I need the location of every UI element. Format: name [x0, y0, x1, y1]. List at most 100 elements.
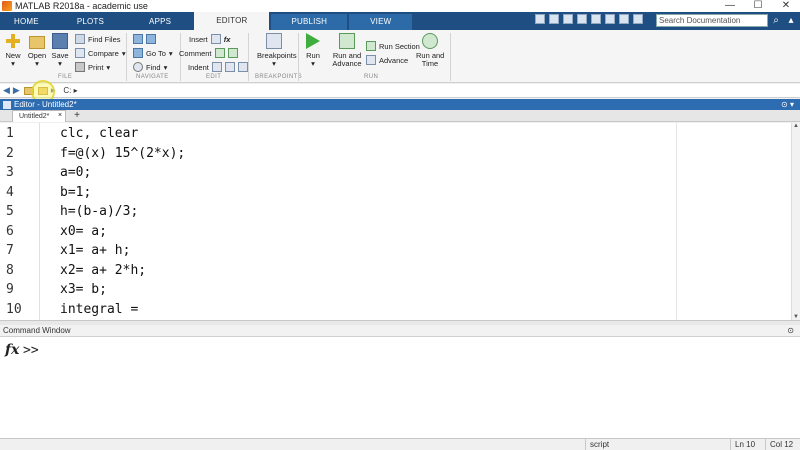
- arrow-left-icon: [133, 34, 143, 44]
- new-plus-icon: [5, 33, 21, 49]
- run-and-advance-button[interactable]: Run and Advance: [330, 33, 364, 68]
- line-number: 8: [6, 262, 14, 278]
- code-line[interactable]: x1= a+ h;: [60, 243, 130, 258]
- section-run-label: RUN: [364, 74, 379, 80]
- run-section-icon: [366, 41, 376, 51]
- code-line[interactable]: x0= a;: [60, 224, 107, 239]
- compare-button[interactable]: Compare ▾: [75, 48, 126, 58]
- new-tab-button[interactable]: +: [70, 110, 84, 122]
- find-files-button[interactable]: Find Files: [75, 34, 121, 44]
- advance-button[interactable]: Advance: [366, 55, 408, 65]
- current-folder-path[interactable]: C: ▸: [63, 86, 77, 95]
- quick-access-toolbar: [535, 14, 643, 24]
- maximize-button[interactable]: ☐: [744, 0, 772, 12]
- print-dropdown-icon: ▾: [106, 62, 111, 72]
- command-window-title: Command Window: [3, 326, 71, 335]
- code-line[interactable]: clc, clear: [60, 126, 138, 141]
- command-window[interactable]: fx >>: [0, 337, 800, 438]
- tab-home[interactable]: HOME: [0, 14, 53, 30]
- quick-copy-icon[interactable]: [563, 14, 573, 24]
- tab-view[interactable]: VIEW: [349, 14, 413, 30]
- find-dropdown-icon: ▾: [163, 62, 168, 72]
- ribbon-divider: [126, 33, 127, 81]
- quick-save-icon[interactable]: [535, 14, 545, 24]
- run-and-advance-label: Run and Advance: [332, 51, 362, 68]
- tab-publish[interactable]: PUBLISH: [271, 14, 348, 30]
- code-line[interactable]: a=0;: [60, 165, 91, 180]
- breakpoints-button[interactable]: Breakpoints ▾: [257, 33, 297, 68]
- quick-cut-icon[interactable]: [549, 14, 559, 24]
- collapse-ribbon-icon[interactable]: ▴: [785, 14, 797, 27]
- breakpoints-icon: [266, 33, 282, 49]
- go-back-forward-buttons[interactable]: [133, 34, 156, 44]
- run-section-button[interactable]: Run Section: [366, 41, 420, 51]
- run-button[interactable]: Run ▾: [305, 33, 321, 68]
- code-line[interactable]: x3= b;: [60, 282, 107, 297]
- code-editor[interactable]: 1 clc, clear 2 f=@(x) 15^(2*x); 3 a=0; 4 b=1; 5 h…: [0, 123, 800, 320]
- window-controls: — ☐ ✕: [716, 0, 800, 12]
- right-margin-line: [676, 123, 677, 320]
- quick-redo-icon[interactable]: [605, 14, 615, 24]
- indent-button[interactable]: Indent: [188, 62, 248, 72]
- new-button[interactable]: New ▾: [4, 33, 22, 68]
- code-line[interactable]: f=@(x) 15^(2*x);: [60, 146, 185, 161]
- comment-button[interactable]: Comment: [179, 48, 238, 58]
- forward-arrow-icon[interactable]: ▶: [13, 85, 20, 96]
- fx-function-browser-icon[interactable]: fx: [5, 342, 19, 358]
- code-line[interactable]: h=(b-a)/3;: [60, 204, 138, 219]
- quick-paste-icon[interactable]: [577, 14, 587, 24]
- insert-button[interactable]: Insert fx: [189, 34, 230, 44]
- close-button[interactable]: ✕: [772, 0, 800, 12]
- find-files-label: Find Files: [88, 34, 121, 44]
- editor-icon: [3, 100, 11, 109]
- run-and-time-button[interactable]: Run and Time: [416, 33, 444, 68]
- tab-apps[interactable]: APPS: [128, 14, 192, 30]
- comment-icon: [214, 48, 225, 58]
- status-column-number: Col 12: [765, 439, 800, 450]
- command-window-actions-icon[interactable]: ⊙: [787, 325, 794, 337]
- ribbon-divider: [298, 33, 299, 81]
- indent-icon: [211, 62, 222, 72]
- tab-editor[interactable]: EDITOR: [194, 12, 270, 30]
- save-button[interactable]: Save ▾: [51, 33, 69, 68]
- line-number: 5: [6, 204, 14, 219]
- quick-help-icon[interactable]: [633, 14, 643, 24]
- indent-label: Indent: [188, 62, 209, 72]
- insert-section-icon: [210, 34, 221, 44]
- new-dropdown-icon: ▾: [11, 59, 15, 68]
- search-icon[interactable]: ⌕: [770, 14, 782, 27]
- open-button[interactable]: Open ▾: [27, 33, 47, 68]
- code-line[interactable]: x2= a+ 2*h;: [60, 263, 146, 278]
- tab-close-icon[interactable]: ×: [58, 110, 62, 122]
- quick-undo-icon[interactable]: [591, 14, 601, 24]
- back-arrow-icon[interactable]: ◀: [3, 85, 10, 96]
- outdent-icon: [224, 62, 235, 72]
- find-label: Find: [146, 62, 161, 72]
- go-to-icon: [133, 48, 143, 58]
- tab-plots[interactable]: PLOTS: [55, 14, 126, 30]
- line-number: 7: [6, 243, 14, 258]
- advance-icon: [366, 55, 376, 65]
- find-files-icon: [75, 34, 85, 44]
- line-number: 6: [6, 223, 14, 239]
- editor-scrollbar[interactable]: ▲ ▼: [791, 123, 800, 320]
- go-to-button[interactable]: Go To ▾: [133, 48, 173, 58]
- run-dropdown-icon: ▾: [311, 59, 315, 68]
- search-documentation-input[interactable]: Search Documentation: [656, 14, 768, 27]
- compare-icon: [75, 48, 85, 58]
- go-to-label: Go To: [146, 48, 166, 58]
- open-dropdown-icon: ▾: [35, 59, 39, 68]
- run-section-label: Run Section: [379, 41, 420, 51]
- minimize-button[interactable]: —: [716, 0, 744, 12]
- scroll-up-icon[interactable]: ▲: [793, 123, 799, 129]
- quick-switch-icon[interactable]: [619, 14, 629, 24]
- current-folder-bar: ◀ ▶ ▸ C: ▸: [0, 84, 800, 98]
- line-number: 3: [6, 165, 14, 180]
- code-line[interactable]: integral =: [60, 302, 138, 317]
- window-title: MATLAB R2018a - academic use: [15, 1, 148, 11]
- editor-panel-actions-icon[interactable]: ⊙ ▾: [781, 99, 794, 110]
- code-line[interactable]: b=1;: [60, 185, 91, 200]
- print-button[interactable]: Print ▾: [75, 62, 110, 72]
- find-button[interactable]: Find ▾: [133, 62, 167, 72]
- magnifier-icon: [133, 62, 143, 72]
